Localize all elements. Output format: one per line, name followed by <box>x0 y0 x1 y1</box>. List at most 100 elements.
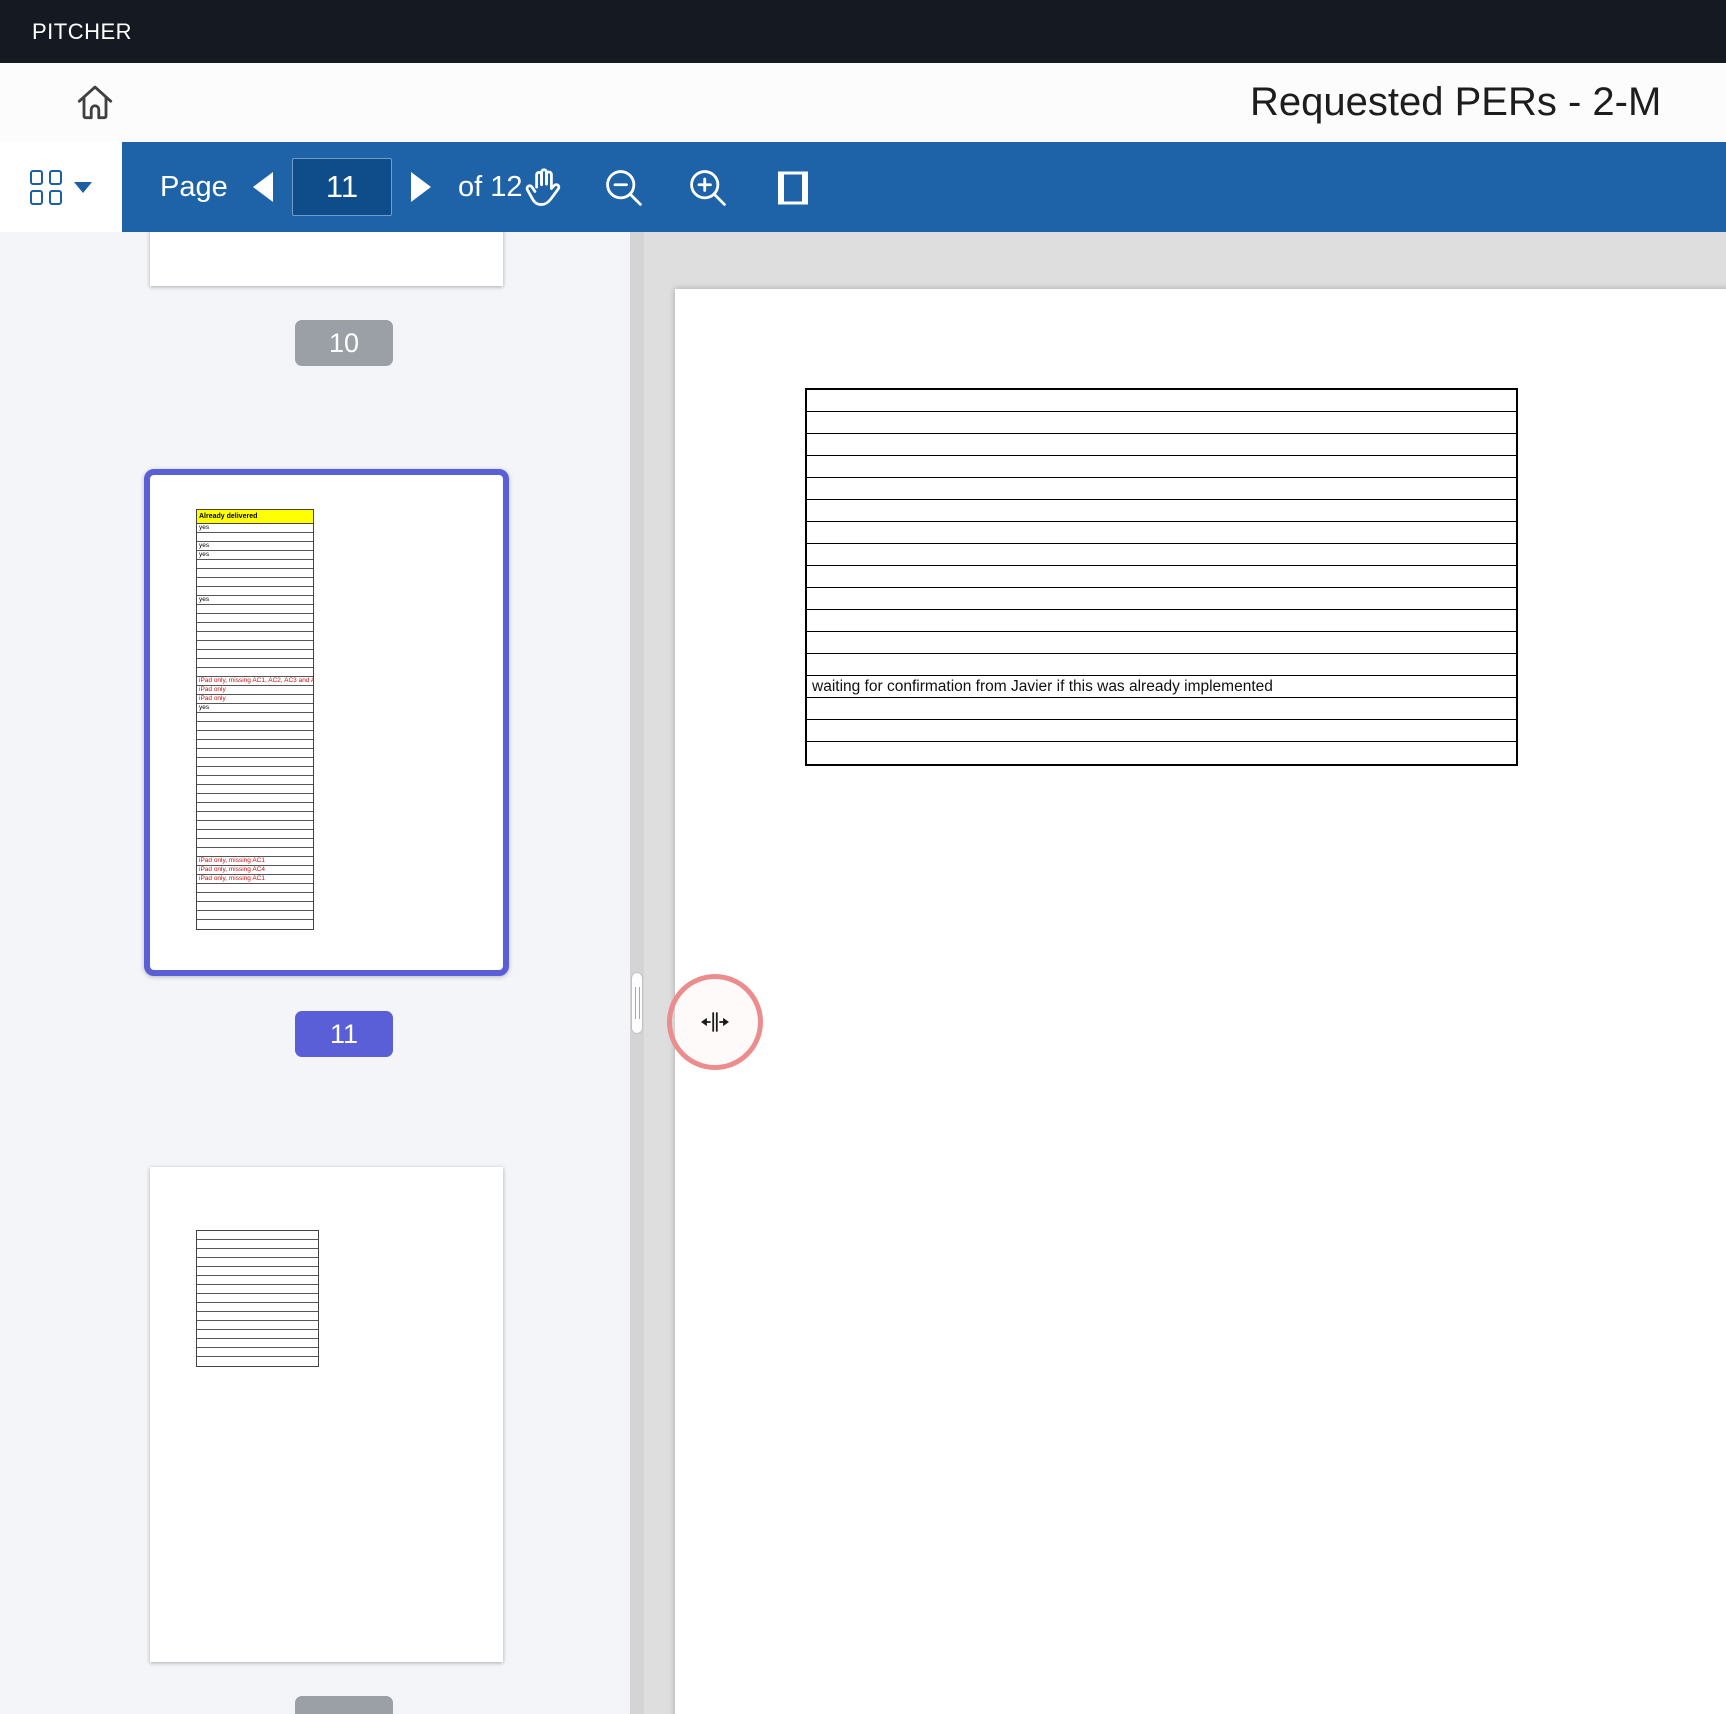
thumb-row: iPad only, missing AC1 <box>197 857 313 866</box>
thumb-row <box>197 911 313 920</box>
thumb-row <box>197 821 313 830</box>
thumb-row <box>197 659 313 668</box>
zoom-in-icon <box>685 165 731 211</box>
page-count-label: of 12 <box>458 142 523 232</box>
thumb-row <box>197 623 313 632</box>
thumb-row <box>197 839 313 848</box>
thumb-row <box>197 1357 318 1366</box>
thumb-row: iPad only, missing AC1 <box>197 875 313 884</box>
table-row <box>807 742 1516 764</box>
table-row <box>807 566 1516 588</box>
table-row: waiting for confirmation from Javier if … <box>807 676 1516 698</box>
arrow-left-icon <box>253 172 273 202</box>
thumbnail-page-11-selected[interactable]: Already delivered yes yes yes yes iPad only,… <box>144 469 509 976</box>
table-row <box>807 478 1516 500</box>
thumb12-rows <box>196 1230 319 1367</box>
thumbnail-page-10[interactable] <box>150 232 503 286</box>
table-row <box>807 698 1516 720</box>
thumb-row <box>197 812 313 821</box>
thumb-row <box>197 920 313 929</box>
thumb-row <box>197 731 313 740</box>
thumb-row <box>197 740 313 749</box>
current-page-value: 11 <box>326 169 358 205</box>
thumb-row: iPad only, missing AC4 <box>197 866 313 875</box>
thumb-row: iPad only <box>197 686 313 695</box>
document-viewer: waiting for confirmation from Javier if … <box>644 232 1726 1714</box>
thumb-row <box>197 668 313 677</box>
thumb-row: iPad only, missing AC1, AC2, AC3 and AC4 <box>197 677 313 686</box>
table-row <box>807 522 1516 544</box>
splitter-handle[interactable] <box>631 972 643 1034</box>
thumb-row <box>197 1285 318 1294</box>
thumb-row <box>197 722 313 731</box>
thumb-row <box>197 641 313 650</box>
thumbnails-grid-icon <box>30 170 62 205</box>
page-label: Page <box>160 142 228 232</box>
fit-page-icon <box>772 165 814 211</box>
thumb-row <box>197 650 313 659</box>
page-11-badge: 11 <box>295 1011 393 1057</box>
table-row <box>807 500 1516 522</box>
pan-tool-button[interactable] <box>516 161 570 215</box>
document-table: waiting for confirmation from Javier if … <box>805 388 1518 766</box>
thumb-row: yes <box>197 551 313 560</box>
thumb-row <box>197 902 313 911</box>
fit-page-button[interactable] <box>766 161 820 215</box>
thumb-row <box>197 758 313 767</box>
table-row <box>807 456 1516 478</box>
next-page-button[interactable] <box>398 142 444 232</box>
thumb-row <box>197 1249 318 1258</box>
document-title: Requested PERs - 2-M <box>1250 63 1661 142</box>
table-row <box>807 434 1516 456</box>
thumb-row <box>197 713 313 722</box>
thumb-row <box>197 803 313 812</box>
pdf-toolbar: Page 11 of 12 <box>0 142 1726 232</box>
thumb-row <box>197 605 313 614</box>
app-top-bar: PITCHER <box>0 0 1726 63</box>
thumb-row: yes <box>197 704 313 713</box>
table-row <box>807 588 1516 610</box>
zoom-out-button[interactable] <box>597 161 651 215</box>
zoom-out-icon <box>601 165 647 211</box>
table-row <box>807 654 1516 676</box>
thumb-row <box>197 614 313 623</box>
thumb-row <box>197 1321 318 1330</box>
thumb-row <box>197 749 313 758</box>
table-row <box>807 610 1516 632</box>
thumb-row <box>197 1339 318 1348</box>
thumb-row <box>197 1348 318 1357</box>
document-header: Requested PERs - 2-M <box>0 63 1726 142</box>
thumb-row: yes <box>197 524 313 533</box>
thumbnail-panel-toggle[interactable] <box>0 142 122 232</box>
home-button[interactable] <box>72 80 118 126</box>
current-page-input[interactable]: 11 <box>292 158 392 216</box>
thumb-row <box>197 848 313 857</box>
thumbnail-page-12[interactable] <box>150 1167 503 1662</box>
thumb-row <box>197 569 313 578</box>
thumb-row: yes <box>197 596 313 605</box>
hand-icon <box>521 164 565 212</box>
thumb-row <box>197 794 313 803</box>
thumb-row <box>197 893 313 902</box>
thumb-row <box>197 1330 318 1339</box>
table-row <box>807 632 1516 654</box>
table-row <box>807 720 1516 742</box>
panel-splitter[interactable] <box>630 232 644 1714</box>
table-row <box>807 390 1516 412</box>
thumb-row <box>197 776 313 785</box>
home-icon <box>73 80 117 124</box>
thumb-row <box>197 1294 318 1303</box>
document-page: waiting for confirmation from Javier if … <box>675 289 1726 1714</box>
thumb-row <box>197 1276 318 1285</box>
previous-page-button[interactable] <box>240 142 286 232</box>
thumb-row <box>197 1231 318 1240</box>
thumb-row <box>197 785 313 794</box>
thumb-row <box>197 1267 318 1276</box>
thumb-row <box>197 1258 318 1267</box>
thumb11-rows: yes yes yes yes iPad only, missing AC1, AC2,… <box>197 524 313 929</box>
zoom-in-button[interactable] <box>681 161 735 215</box>
thumb11-header: Already delivered <box>197 510 313 524</box>
thumb-row <box>197 587 313 596</box>
table-row <box>807 544 1516 566</box>
thumb-row <box>197 632 313 641</box>
